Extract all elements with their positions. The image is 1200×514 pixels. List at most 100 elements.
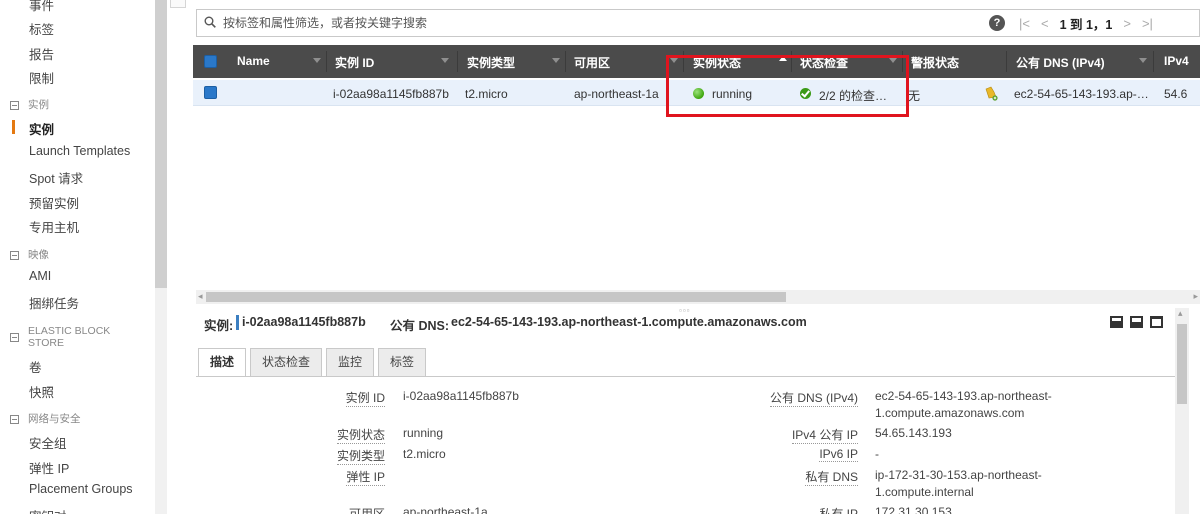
- label-private-ip: 私有 IP: [819, 505, 858, 514]
- cell-public-dns: ec2-54-65-143-193.ap-…: [1014, 87, 1149, 101]
- nav-group-network-security[interactable]: 网络与安全: [10, 413, 81, 425]
- sort-icon[interactable]: [313, 58, 321, 63]
- column-divider: [565, 51, 566, 72]
- scrollbar-thumb[interactable]: [206, 292, 786, 302]
- value-line: 1.compute.amazonaws.com: [875, 406, 1025, 420]
- scroll-right-icon[interactable]: ▸: [1193, 291, 1198, 302]
- label-instance-state: 实例状态: [336, 428, 385, 444]
- value-line: 1.compute.internal: [875, 485, 974, 499]
- sort-icon[interactable]: [441, 58, 449, 63]
- value-line: ip-172-31-30-153.ap-northeast-: [875, 468, 1042, 482]
- label-ipv6-ip: IPv6 IP: [819, 447, 858, 462]
- column-ipv4[interactable]: IPv4: [1164, 54, 1189, 68]
- sidebar-item-ami[interactable]: AMI: [29, 269, 51, 283]
- panel-layout-icon[interactable]: [1150, 316, 1163, 328]
- sidebar-item-snapshots[interactable]: 快照: [29, 382, 54, 401]
- sidebar-item-dedicated-hosts[interactable]: 专用主机: [29, 217, 79, 236]
- sidebar-item-instances[interactable]: 实例: [29, 119, 54, 138]
- sidebar-item-tags[interactable]: 标签: [29, 19, 54, 38]
- column-divider: [1006, 51, 1007, 72]
- scrollbar-thumb[interactable]: [1177, 324, 1187, 404]
- label-availability-zone: 可用区: [349, 505, 385, 514]
- annotation-highlight-box: [666, 55, 909, 117]
- sort-icon[interactable]: [552, 58, 560, 63]
- nav-group-title: 映像: [28, 249, 49, 261]
- panel-layout-icon[interactable]: [1110, 316, 1123, 328]
- first-page-icon[interactable]: |<: [1019, 16, 1030, 31]
- detail-dns-value: ec2-54-65-143-193.ap-northeast-1.compute…: [451, 315, 807, 329]
- collapse-icon: [10, 101, 19, 110]
- tab-description[interactable]: 描述: [198, 348, 247, 377]
- row-checkbox[interactable]: [204, 86, 217, 99]
- instance-color-marker: [236, 315, 239, 330]
- label-public-dns: 公有 DNS (IPv4): [769, 391, 858, 407]
- panel-toggle[interactable]: [170, 0, 186, 8]
- sidebar-item-placement-groups[interactable]: Placement Groups: [29, 482, 133, 496]
- nav-group-title: STORE: [28, 337, 64, 349]
- value-private-dns: ip-172-31-30-153.ap-northeast- 1.compute…: [875, 467, 1042, 501]
- sidebar-scrollbar-thumb[interactable]: [155, 0, 167, 288]
- sidebar-item-bundle-tasks[interactable]: 捆绑任务: [29, 293, 79, 312]
- column-public-dns[interactable]: 公有 DNS (IPv4): [1016, 54, 1105, 71]
- panel-layout-icon[interactable]: [1130, 316, 1143, 328]
- select-all-checkbox[interactable]: [204, 55, 217, 68]
- next-page-icon[interactable]: >: [1123, 16, 1131, 31]
- column-name[interactable]: Name: [237, 54, 270, 68]
- sidebar-scrollbar-track[interactable]: [155, 288, 167, 514]
- column-instance-id[interactable]: 实例 ID: [335, 54, 374, 71]
- sidebar-item-elastic-ip[interactable]: 弹性 IP: [29, 458, 69, 477]
- column-divider: [326, 51, 327, 72]
- sidebar-item-reserved-instances[interactable]: 预留实例: [29, 193, 79, 212]
- detail-instance-id: i-02aa98a1145fb887b: [242, 315, 366, 329]
- help-icon[interactable]: ?: [989, 15, 1005, 31]
- detail-vertical-scrollbar[interactable]: ▴: [1175, 308, 1189, 514]
- value-availability-zone: ap-northeast-1a: [403, 505, 488, 514]
- detail-instance-label: 实例:: [204, 319, 234, 333]
- column-instance-type[interactable]: 实例类型: [467, 54, 515, 71]
- sidebar-item-spot-requests[interactable]: Spot 请求: [29, 168, 83, 187]
- detail-header: 实例: i-02aa98a1145fb887b 公有 DNS: ec2-54-6…: [196, 312, 1200, 334]
- tab-monitoring[interactable]: 监控: [326, 348, 375, 376]
- sidebar-item-key-pairs[interactable]: 密钥对: [29, 506, 67, 514]
- nav-group-images[interactable]: 映像: [10, 249, 49, 261]
- cell-ipv4: 54.6: [1164, 87, 1188, 101]
- nav-group-title: ELASTIC BLOCK: [28, 325, 111, 337]
- tab-status-checks[interactable]: 状态检查: [250, 348, 323, 376]
- main-panel: ? |< < 1 到 1，1 > >| Name 实例 ID 实例类型 可用区: [170, 0, 1200, 514]
- tab-tags[interactable]: 标签: [378, 348, 427, 376]
- detail-tabs: 描述 状态检查 监控 标签: [198, 348, 430, 377]
- scroll-up-icon[interactable]: ▴: [1178, 308, 1183, 319]
- collapse-icon: [10, 333, 19, 342]
- column-divider: [457, 51, 458, 72]
- table-horizontal-scrollbar[interactable]: ◂ ▸: [196, 290, 1200, 304]
- filter-bar: ? |< < 1 到 1，1 > >|: [196, 9, 1200, 37]
- sidebar-item-security-groups[interactable]: 安全组: [29, 433, 67, 452]
- active-indicator: [12, 120, 15, 134]
- sidebar-item-reports[interactable]: 报告: [29, 44, 54, 63]
- label-ipv4-public-ip: IPv4 公有 IP: [791, 428, 858, 444]
- create-alarm-icon[interactable]: [983, 85, 999, 101]
- column-availability-zone[interactable]: 可用区: [574, 54, 610, 71]
- nav-group-title: 实例: [28, 99, 49, 111]
- scroll-left-icon[interactable]: ◂: [198, 291, 203, 302]
- prev-page-icon[interactable]: <: [1041, 16, 1049, 31]
- last-page-icon[interactable]: >|: [1142, 16, 1153, 31]
- sidebar-item-limits[interactable]: 限制: [29, 68, 54, 87]
- label-instance-id: 实例 ID: [345, 391, 385, 407]
- sidebar-item-launch-templates[interactable]: Launch Templates: [29, 144, 130, 158]
- sidebar: 事件 标签 报告 限制 实例 实例 Launch Templates Spot …: [0, 0, 168, 514]
- nav-group-instances[interactable]: 实例: [10, 99, 49, 111]
- sort-icon[interactable]: [1139, 58, 1147, 63]
- sidebar-item-events[interactable]: 事件: [29, 0, 54, 14]
- search-input[interactable]: [223, 14, 923, 32]
- collapse-icon: [10, 415, 19, 424]
- collapse-icon: [10, 251, 19, 260]
- nav-group-ebs[interactable]: ELASTIC BLOCK STORE: [10, 325, 110, 349]
- value-instance-state: running: [403, 426, 444, 440]
- label-elastic-ip: 弹性 IP: [346, 470, 385, 486]
- sidebar-item-volumes[interactable]: 卷: [29, 357, 42, 376]
- detail-dns-label: 公有 DNS:: [390, 319, 450, 333]
- value-private-ip: 172.31.30.153: [875, 505, 952, 514]
- cell-instance-type: t2.micro: [465, 87, 508, 101]
- column-alarm-status[interactable]: 警报状态: [911, 54, 959, 71]
